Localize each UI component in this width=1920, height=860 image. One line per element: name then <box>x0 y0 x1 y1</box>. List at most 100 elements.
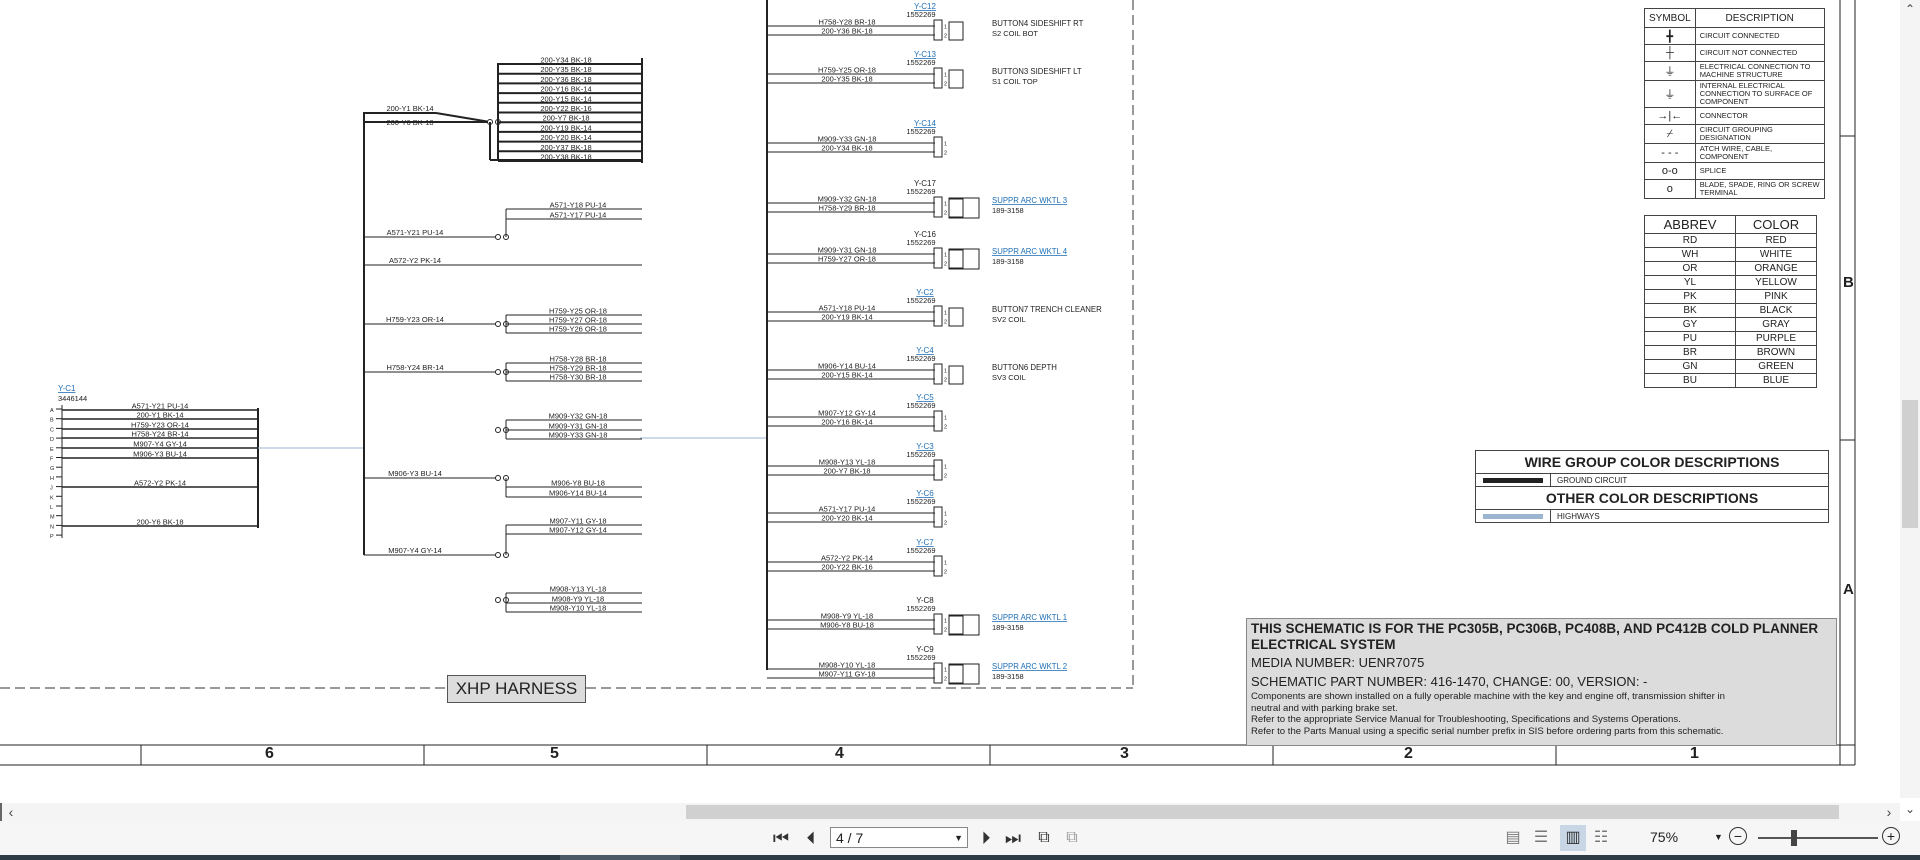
next-page-icon[interactable]: ⏵ <box>975 825 997 851</box>
color-cell: WHITE <box>1735 247 1817 262</box>
page-dropdown-icon[interactable]: ▼ <box>954 828 963 849</box>
zoom-dropdown-icon[interactable]: ▼ <box>1714 827 1723 848</box>
zoom-in-icon[interactable]: + <box>1882 827 1900 845</box>
abbrev-row: BU BLUE <box>1644 373 1817 388</box>
connector-part-number: 1552269 <box>906 546 935 555</box>
scroll-up-icon[interactable]: ⌃ <box>1900 0 1920 18</box>
pin-letter: N <box>50 524 54 530</box>
component-body <box>948 365 964 385</box>
wire-label: 200-Y16 BK-14 <box>821 418 872 427</box>
color-cell: BLACK <box>1735 303 1817 318</box>
pin-number: 2 <box>944 425 947 431</box>
column-number: 5 <box>550 745 559 762</box>
prev-page-icon[interactable]: ⏴ <box>800 825 822 851</box>
wire-label: M909-Y31 GN-18 <box>549 422 608 431</box>
first-page-icon[interactable]: ⏮ <box>770 825 792 851</box>
component-name-link: SUPPR ARC WKTL 4 <box>992 247 1068 256</box>
pin-number: 1 <box>944 369 947 375</box>
abbrev-header: ABBREV <box>1644 215 1736 234</box>
wire-label: M909-Y32 GN-18 <box>549 412 608 421</box>
legend-description: CIRCUIT GROUPING DESIGNATION <box>1694 124 1825 144</box>
horizontal-scroll-thumb[interactable] <box>686 805 1839 819</box>
abbrev-row: GY GRAY <box>1644 317 1817 332</box>
wire-label: M906-Y14 BU-14 <box>818 362 876 371</box>
two-page-icon[interactable]: ▥ <box>1560 825 1586 851</box>
note-parts-manual: Refer to the Parts Manual using a specif… <box>1251 725 1724 737</box>
pin-number: 2 <box>944 378 947 384</box>
pin-letter: J <box>50 486 53 492</box>
connector-part-number: 1552269 <box>906 238 935 247</box>
symbol-row: ╋ CIRCUIT CONNECTED <box>1644 27 1825 45</box>
component-name-link: SUPPR ARC WKTL 3 <box>992 196 1067 205</box>
pin-number: 1 <box>944 311 947 317</box>
wire-label: A571-Y18 PU-14 <box>819 304 876 313</box>
wire-label: H759-Y23 OR-14 <box>386 315 444 324</box>
abbrev-cell: BK <box>1644 303 1736 318</box>
abbrev-cell: PK <box>1644 289 1736 304</box>
splice-node <box>495 475 501 481</box>
continuous-icon[interactable]: ☰ <box>1530 825 1552 851</box>
connector-part-number: 1552269 <box>906 187 935 196</box>
wire-label: 200-Y6 BK-18 <box>136 518 183 527</box>
legend-symbol-icon: ⏚ <box>1644 80 1696 108</box>
two-page-scroll-icon[interactable]: ☷ <box>1590 825 1612 851</box>
symbol-row: ⏚ ELECTRICAL CONNECTION TO MACHINE STRUCT… <box>1644 61 1825 81</box>
wire-label: M908-Y13 YL-18 <box>819 458 876 467</box>
connector-body <box>933 247 943 269</box>
component-name-link: SUPPR ARC WKTL 1 <box>992 613 1067 622</box>
pin-letter: E <box>50 447 54 453</box>
scroll-down-icon[interactable]: ⌄ <box>1900 800 1920 818</box>
abbrev-row: RD RED <box>1644 233 1817 248</box>
pin-letter: F <box>50 457 54 463</box>
component-sub: SV3 COIL <box>992 373 1026 382</box>
go-back-icon[interactable]: ⧉ <box>1032 825 1056 851</box>
symbol-header: SYMBOL <box>1644 8 1696 28</box>
wire-label: M906-Y14 BU-14 <box>549 489 607 498</box>
abbrev-cell: RD <box>1644 233 1736 248</box>
scroll-right-icon[interactable]: › <box>1880 803 1898 821</box>
color-cell: PINK <box>1735 289 1817 304</box>
connector-body <box>933 19 943 41</box>
symbol-row: o-o SPLICE <box>1644 162 1825 180</box>
component-sub: 189-3158 <box>992 257 1024 266</box>
single-page-icon[interactable]: ▤ <box>1502 825 1524 851</box>
abbrev-row: PU PURPLE <box>1644 331 1817 346</box>
symbol-row: ⏚ INTERNAL ELECTRICAL CONNECTION TO SURFA… <box>1644 80 1825 108</box>
pin-number: 2 <box>944 262 947 268</box>
highways-swatch <box>1483 513 1543 519</box>
wire-label: 200-Y35 BK-18 <box>821 75 872 84</box>
vertical-scroll-thumb[interactable] <box>1902 400 1918 528</box>
connector-part-number: 1552269 <box>906 604 935 613</box>
zoom-out-icon[interactable]: − <box>1729 827 1747 845</box>
connector-part-number: 1552269 <box>906 58 935 67</box>
highways-row: HIGHWAYS <box>1476 510 1828 522</box>
last-page-icon[interactable]: ⏭ <box>1002 825 1024 851</box>
pin-number: 2 <box>944 34 947 40</box>
legend-description: SPLICE <box>1694 162 1825 180</box>
pin-number: 2 <box>944 570 947 576</box>
zoom-slider-track[interactable] <box>1758 837 1878 839</box>
color-cell: BROWN <box>1735 345 1817 360</box>
wire-label: A572-Y2 PK-14 <box>821 554 873 563</box>
wire-label: M907-Y4 GY-14 <box>388 546 442 555</box>
wire-label: A571-Y21 PU-14 <box>387 228 444 237</box>
vertical-scrollbar[interactable]: ⌃ ⌄ <box>1900 0 1920 816</box>
wire-label: H758-Y29 BR-18 <box>818 204 875 213</box>
wire-label: M908-Y9 YL-18 <box>552 595 604 604</box>
legend-symbol-icon: ⏚ <box>1644 61 1696 81</box>
zoom-value[interactable]: 75% <box>1650 827 1678 848</box>
pin-number: 2 <box>944 151 947 157</box>
wire-label: M907-Y11 GY-18 <box>818 670 875 679</box>
wire-label: M908-Y9 YL-18 <box>821 612 873 621</box>
wire-label: A572-Y2 PK-14 <box>389 256 441 265</box>
component-body <box>948 249 964 269</box>
connector-body <box>933 363 943 385</box>
go-forward-icon[interactable]: ⧉ <box>1060 825 1084 851</box>
zoom-slider-thumb[interactable] <box>1791 830 1797 846</box>
page-number-input[interactable]: 4 / 7 ▼ <box>830 827 968 848</box>
symbol-row: o BLADE, SPADE, RING OR SCREW TERMINAL <box>1644 179 1825 199</box>
scroll-left-icon[interactable]: ‹ <box>0 803 20 821</box>
horizontal-scrollbar[interactable]: ‹ › <box>0 803 1900 821</box>
color-abbrev-table: ABBREV COLOR RD RED WH WHITE OR ORANGE YL YELLO… <box>1644 215 1817 388</box>
connector-body <box>933 67 943 89</box>
